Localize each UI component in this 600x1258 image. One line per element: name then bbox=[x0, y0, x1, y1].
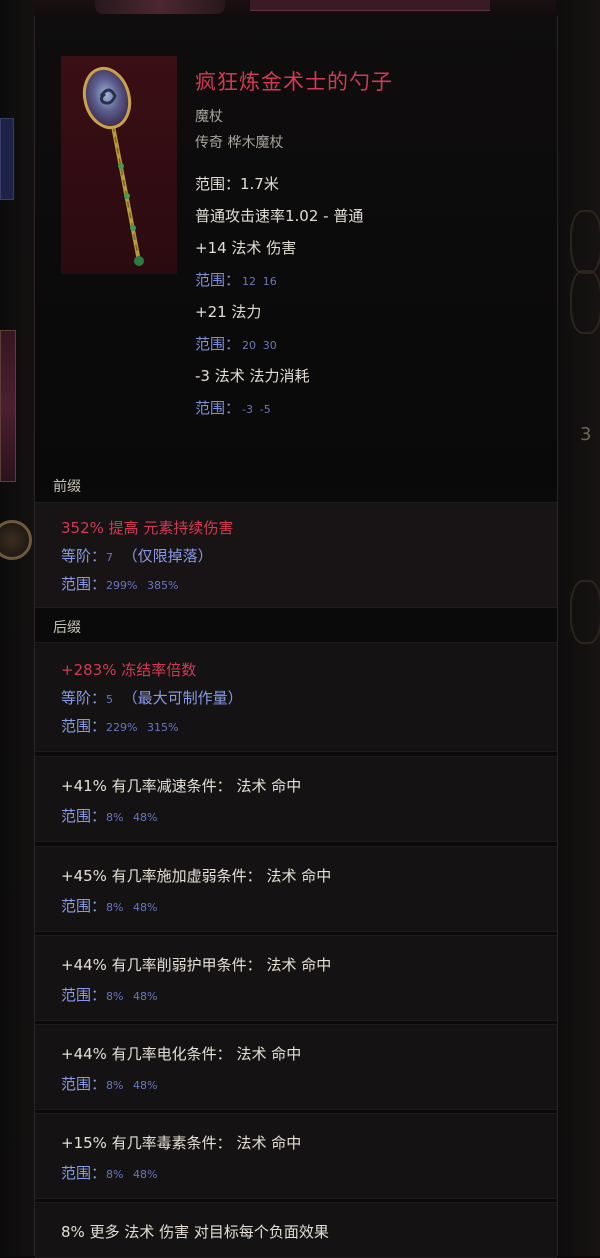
suffix-affix: +45% 有几率施加虚弱条件： 法术 命中 范围：8% 48% bbox=[35, 846, 557, 932]
item-tooltip: 疯狂炼金术士的勺子 魔杖 传奇 桦木魔杖 范围：1.7米 普通攻击速率1.02 … bbox=[34, 16, 558, 1258]
affix-tier: 等阶：5 （最大可制作量） bbox=[61, 689, 243, 707]
suffix-affix: +44% 有几率电化条件： 法术 命中 范围：8% 48% bbox=[35, 1024, 557, 1110]
affix-text: +44% 有几率电化条件： 法术 命中 bbox=[61, 1045, 302, 1063]
left-blue-slot bbox=[0, 118, 14, 200]
ornament-knot-icon bbox=[570, 210, 600, 274]
affix-text: +41% 有几率减速条件： 法术 命中 bbox=[61, 777, 302, 795]
affix-text: +283% 冻结率倍数 bbox=[61, 661, 197, 679]
affix-range: 范围：299% 385% bbox=[61, 575, 179, 593]
stat-line: +21 法力 bbox=[195, 303, 262, 321]
affix-tier: 等阶：7 （仅限掉落） bbox=[61, 547, 213, 565]
affix-text: +45% 有几率施加虚弱条件： 法术 命中 bbox=[61, 867, 332, 885]
item-image bbox=[61, 56, 177, 274]
background-digit: 3 bbox=[580, 424, 592, 445]
left-panel-edge bbox=[0, 0, 34, 1256]
prefix-affix: 352% 提高 元素持续伤害 等阶：7 （仅限掉落） 范围：299% 385% bbox=[35, 502, 557, 608]
wand-spoon-icon bbox=[82, 66, 144, 266]
stat-line: -3 法术 法力消耗 bbox=[195, 367, 310, 385]
right-panel-edge: 3 bbox=[556, 0, 600, 1256]
suffix-label: 后缀 bbox=[53, 620, 81, 636]
stat-line: 普通攻击速率1.02 - 普通 bbox=[195, 207, 364, 225]
affix-range: 范围：8% 48% bbox=[61, 1075, 158, 1093]
stat-range: 范围： 20 30 bbox=[195, 335, 277, 353]
suffix-affix: +44% 有几率削弱护甲条件： 法术 命中 范围：8% 48% bbox=[35, 935, 557, 1021]
affix-text: 8% 更多 法术 伤害 对目标每个负面效果 bbox=[61, 1223, 329, 1241]
ornament-knot-icon bbox=[570, 580, 600, 644]
top-ornament bbox=[95, 0, 225, 14]
game-top-frame bbox=[0, 0, 600, 16]
tooltip-header: 疯狂炼金术士的勺子 魔杖 传奇 桦木魔杖 范围：1.7米 普通攻击速率1.02 … bbox=[35, 16, 557, 490]
ornament-knot-icon bbox=[570, 270, 600, 334]
affix-text: +15% 有几率毒素条件： 法术 命中 bbox=[61, 1134, 302, 1152]
affix-range: 范围：8% 48% bbox=[61, 986, 158, 1004]
suffix-affix: +41% 有几率减速条件： 法术 命中 范围：8% 48% bbox=[35, 756, 557, 842]
affix-range: 范围：229% 315% bbox=[61, 717, 179, 735]
left-item-slot bbox=[0, 330, 16, 482]
suffix-affix: +15% 有几率毒素条件： 法术 命中 范围：8% 48% bbox=[35, 1113, 557, 1199]
stat-range: 范围： -3 -5 bbox=[195, 399, 271, 417]
affix-range: 范围：8% 48% bbox=[61, 807, 158, 825]
affix-range: 范围：8% 48% bbox=[61, 1164, 158, 1182]
top-bar bbox=[250, 0, 490, 11]
item-base-type: 魔杖 bbox=[195, 109, 223, 125]
stat-line: 范围：1.7米 bbox=[195, 175, 279, 193]
left-ring-icon bbox=[0, 520, 32, 560]
affix-range: 范围：8% 48% bbox=[61, 897, 158, 915]
prefix-label: 前缀 bbox=[53, 479, 81, 495]
affix-text: +44% 有几率削弱护甲条件： 法术 命中 bbox=[61, 956, 332, 974]
stat-line: +14 法术 伤害 bbox=[195, 239, 297, 257]
suffix-affix: +283% 冻结率倍数 等阶：5 （最大可制作量） 范围：229% 315% bbox=[35, 642, 557, 752]
item-name: 疯狂炼金术士的勺子 bbox=[195, 70, 393, 94]
item-rarity: 传奇 桦木魔杖 bbox=[195, 135, 284, 151]
stat-range: 范围： 12 16 bbox=[195, 271, 277, 289]
affix-text: 352% 提高 元素持续伤害 bbox=[61, 519, 234, 537]
suffix-affix: 8% 更多 法术 伤害 对目标每个负面效果 bbox=[35, 1202, 557, 1258]
